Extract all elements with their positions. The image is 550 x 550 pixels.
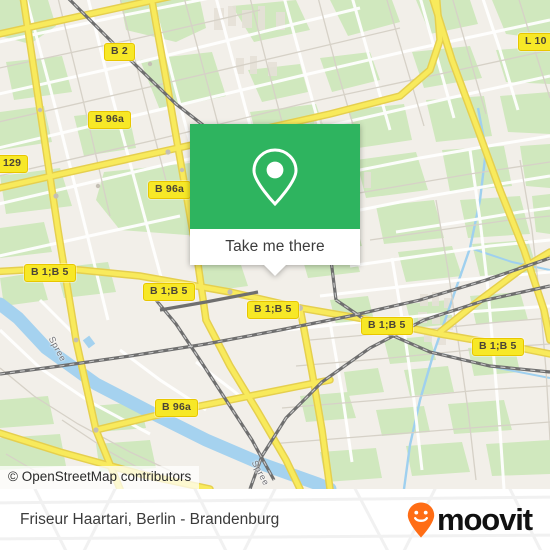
road-shield: B 1;B 5	[247, 301, 299, 319]
map-attribution[interactable]: © OpenStreetMap contributors	[0, 466, 200, 489]
road-shield: B 1;B 5	[143, 283, 195, 301]
moovit-smiley-pin-icon	[407, 502, 435, 537]
road-shield: B 96a	[148, 181, 192, 199]
road-shield: B 2	[104, 43, 135, 61]
road-shield: B 1;B 5	[472, 338, 524, 356]
popup-header	[190, 124, 360, 229]
location-popup[interactable]: Take me there	[190, 124, 360, 276]
popup-tail	[264, 265, 286, 276]
road-shield: B 1;B 5	[24, 264, 76, 282]
road-shield: B 1;B 5	[361, 317, 413, 335]
road-shield: 129	[0, 155, 29, 173]
page-title: Friseur Haartari, Berlin - Brandenburg	[20, 510, 280, 528]
popup-action-label: Take me there	[225, 238, 325, 255]
road-shield: B 96a	[88, 111, 132, 129]
page-footer: Friseur Haartari, Berlin - Brandenburg m…	[0, 489, 550, 550]
moovit-wordmark: moovit	[436, 502, 533, 537]
road-shield: L 10	[518, 33, 550, 51]
moovit-brand[interactable]: moovit	[406, 501, 533, 539]
road-shield: B 96a	[155, 399, 199, 417]
screenshot-root: B 2 B 96a 129 L 10 B 96a B 1;B 5 B 1;B 5…	[0, 0, 550, 550]
map-pin-icon	[252, 147, 298, 206]
popup-action[interactable]: Take me there	[190, 229, 360, 276]
